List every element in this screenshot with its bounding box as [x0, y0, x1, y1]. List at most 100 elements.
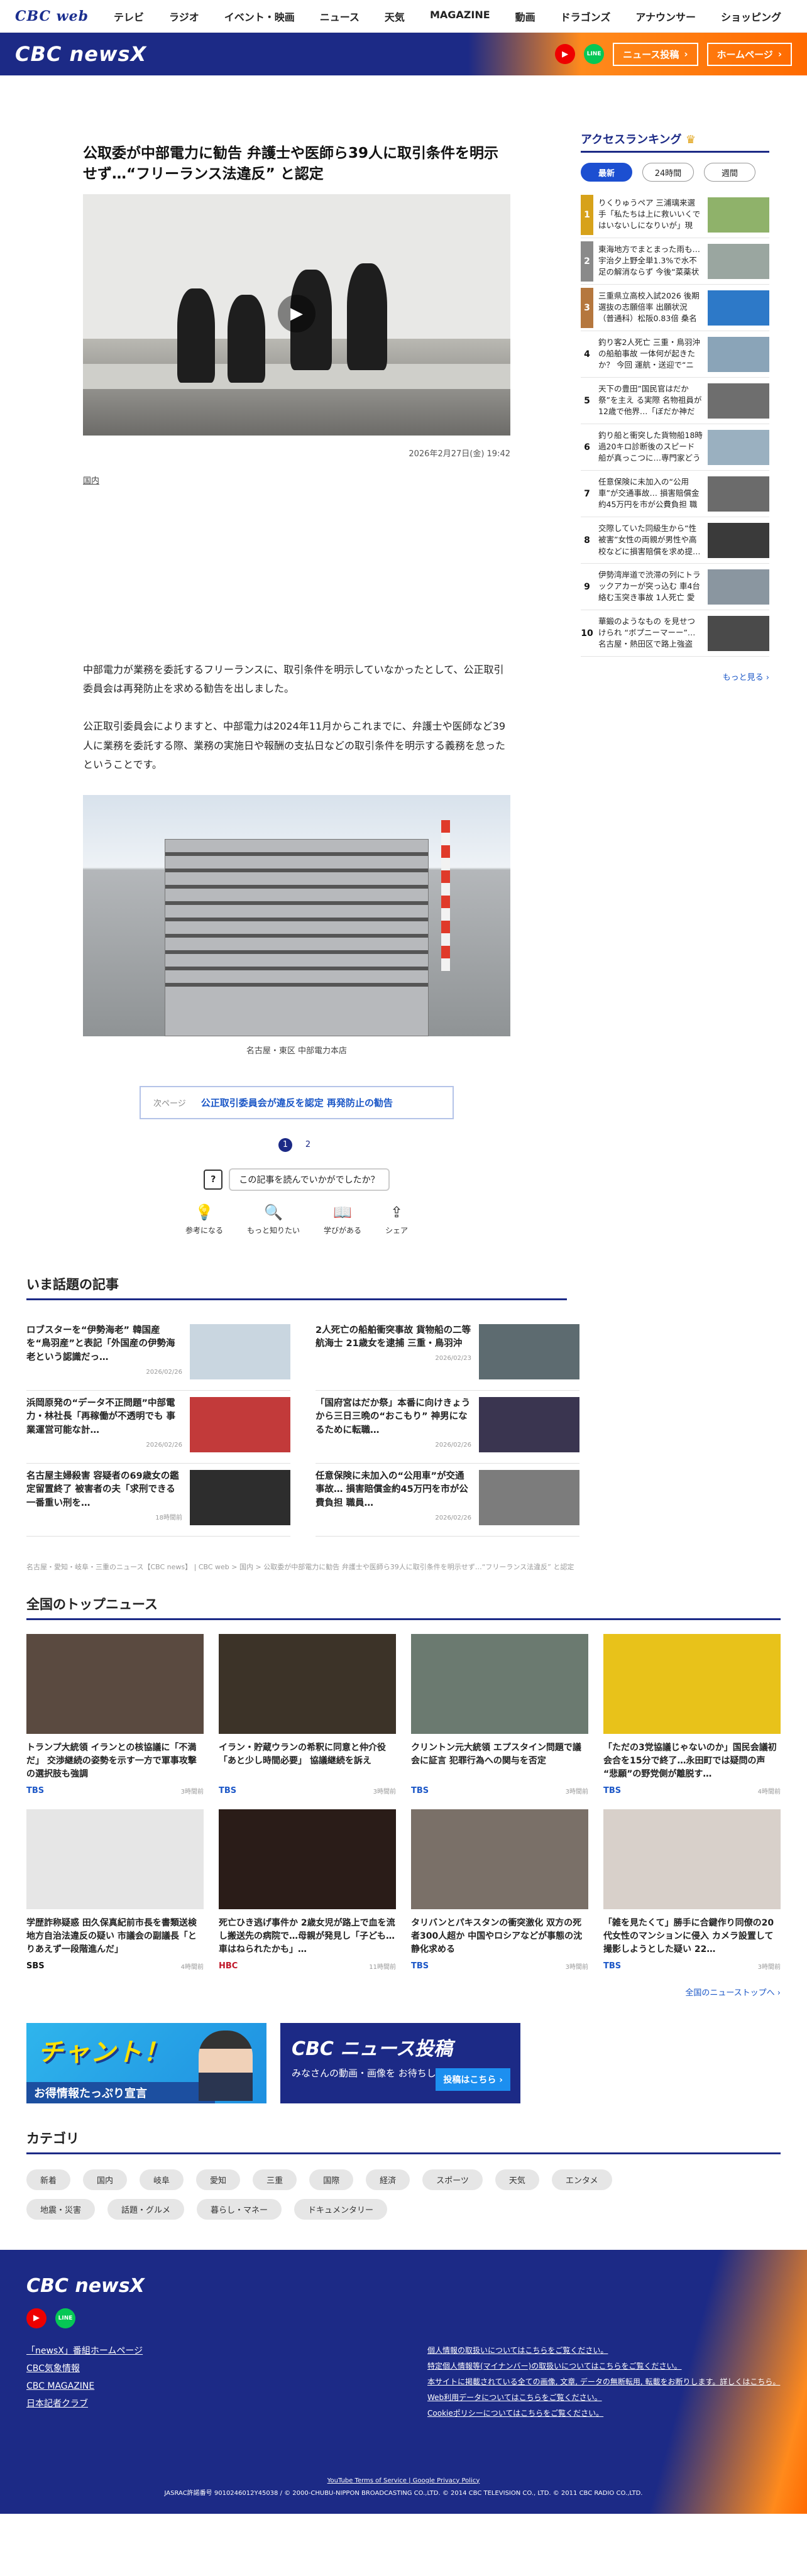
- all-news-link[interactable]: 全国のニューストップへ ›: [26, 1986, 781, 1998]
- youtube-icon[interactable]: ▶: [26, 2308, 47, 2328]
- trending-item[interactable]: 「国府宮はだか祭」本番に向けきょうから三日三晩の“おこもり” 神男になるために転…: [316, 1391, 579, 1464]
- nav-video[interactable]: 動画: [515, 9, 535, 24]
- footer-logo[interactable]: CBC newsX: [26, 2275, 781, 2297]
- category-chip[interactable]: 経済: [366, 2169, 410, 2190]
- reaction-useful[interactable]: 💡 参考になる: [185, 1203, 223, 1236]
- news-card[interactable]: トランプ大統領 イランとの核協議に「不満だ」 交渉継続の姿勢を示す一方で軍事攻撃…: [26, 1633, 204, 1795]
- category-chip[interactable]: 話題・グルメ: [107, 2198, 185, 2220]
- rank-thumbnail: [708, 290, 769, 326]
- cbc-web-logo[interactable]: CBC web: [15, 8, 89, 25]
- nav-radio[interactable]: ラジオ: [169, 9, 199, 24]
- trending-thumbnail: [479, 1469, 579, 1525]
- category-chip[interactable]: 岐阜: [140, 2169, 184, 2190]
- banners: チャント！ お得情報たっぷり宣言 CBC ニュース投稿 みなさんの動画・画像を …: [26, 2022, 781, 2103]
- news-card[interactable]: 死亡ひき逃げ事件か 2歳女児が路上で血を流し搬送先の病院で…母親が発見し「子ども…: [219, 1809, 396, 1971]
- nav-shopping[interactable]: ショッピング: [721, 9, 781, 24]
- chant-banner[interactable]: チャント！ お得情報たっぷり宣言: [26, 2022, 266, 2103]
- page-2[interactable]: 2: [301, 1138, 315, 1152]
- footer-note[interactable]: 個人情報の取扱いについてはこちらをご覧ください。: [427, 2343, 780, 2359]
- nav-news[interactable]: ニュース: [320, 9, 360, 24]
- trending-item[interactable]: 浜岡原発の“データ不正問題”中部電力・林社長「再稼働が不透明でも 事業運営可能な…: [26, 1391, 290, 1464]
- news-card[interactable]: イラン・貯蔵ウランの希釈に同意と仲介役 「あと少し時間必要」 協議継続を訴え TB…: [219, 1633, 396, 1795]
- category-chip[interactable]: 国内: [83, 2169, 128, 2190]
- category-chip[interactable]: ドキュメンタリー: [294, 2198, 388, 2220]
- footer-note[interactable]: Cookieポリシーについてはこちらをご覧ください。: [427, 2406, 780, 2421]
- article-category[interactable]: 国内: [83, 474, 510, 486]
- nav-magazine[interactable]: MAGAZINE: [430, 9, 490, 24]
- trending-item[interactable]: 名古屋主婦殺害 容疑者の69歳女の鑑定留置終了 被害者の夫「求刑できる一番重い刑…: [26, 1464, 290, 1537]
- next-page-title: 公正取引委員会が違反を認定 再発防止の勧告: [200, 1097, 393, 1109]
- rank-thumbnail: [708, 522, 769, 558]
- footer-note[interactable]: 本サイトに掲載されている全ての画像, 文章, データの無断転用, 転載をお断りし…: [427, 2374, 780, 2390]
- tab-weekly[interactable]: 週間: [704, 163, 755, 182]
- post-banner-button[interactable]: 投稿はこちら ›: [436, 2068, 510, 2091]
- reaction-label: シェア: [385, 1225, 409, 1235]
- ranking-item[interactable]: 9 伊勢湾岸道で渋滞の列にトラックアカーが突っ込む 車4台絡む玉突き事故 1人死亡…: [581, 564, 769, 610]
- news-card[interactable]: 「雑を見たくて」勝手に合鍵作り同僚の20代女性のマンションに侵入 カメラ設置して…: [603, 1809, 781, 1971]
- ranking-item[interactable]: 5 天下の豊田”国民官はだか祭”を主え る実際 名物祖員が12歳で他界…「ぼだか神…: [581, 378, 769, 424]
- ranking-item[interactable]: 4 釣り客2人死亡 三重・鳥羽沖の船舶事故 一体何が起きたか？ 今回 運航・送迎で…: [581, 331, 769, 378]
- ranking-item[interactable]: 2 東海地方でまとまった雨も…宇治夕上野全単1.3%で水不足の解消ならず 今後“菜…: [581, 238, 769, 285]
- tab-latest[interactable]: 最新: [581, 163, 632, 182]
- nav-announcer[interactable]: アナウンサー: [635, 9, 696, 24]
- category-chip[interactable]: 三重: [253, 2169, 297, 2190]
- homepage-button[interactable]: ホームページ ›: [706, 42, 792, 66]
- breadcrumb[interactable]: 名古屋・愛知・岐阜・三重のニュース【CBC news】 | CBC web > …: [26, 1562, 655, 1572]
- category-chip[interactable]: 天気: [495, 2169, 539, 2190]
- footer-policy[interactable]: YouTube Terms of Service | Google Privac…: [0, 2475, 807, 2487]
- category-chip[interactable]: 国際: [309, 2169, 354, 2190]
- book-icon: 📖: [333, 1203, 352, 1221]
- reaction-share[interactable]: ⇪ シェア: [385, 1203, 408, 1236]
- next-page-link[interactable]: 次ページ 公正取引委員会が違反を認定 再発防止の勧告: [140, 1085, 454, 1119]
- category-chip[interactable]: 暮らし・マネー: [197, 2198, 282, 2220]
- ranking-item[interactable]: 6 釣り船と衝突した貨物船18時過20キロ診断後のスピード 船が真っこつに…専門家…: [581, 424, 769, 471]
- category-chip[interactable]: スポーツ: [422, 2169, 483, 2190]
- tab-24h[interactable]: 24時間: [642, 163, 694, 182]
- reaction-label: もっと知りたい: [246, 1225, 300, 1235]
- reaction-learning[interactable]: 📖 学びがある: [324, 1203, 361, 1236]
- nav-weather[interactable]: 天気: [385, 9, 405, 24]
- rank-text: 華鍛のようなもの を見せつけられ “ボプニーマーー”…名古屋・熱田区で路上強盗 …: [598, 616, 696, 651]
- nav-events[interactable]: イベント・映画: [224, 9, 295, 24]
- rank-text: 交際していた同級生から“性被害”女性の両親が男性や高校などに損害賠償を求め提…: [598, 523, 701, 556]
- play-icon[interactable]: ▶: [278, 294, 316, 332]
- nav-dragons[interactable]: ドラゴンズ: [561, 9, 611, 24]
- category-chip[interactable]: 新着: [26, 2169, 71, 2190]
- trending-item[interactable]: 任意保険に未加入の“公用車”が交通事故… 損害賠償金約45万円を市が公費負担 職…: [316, 1464, 579, 1537]
- news-title: タリバンとパキスタンの衝突激化 双方の死者300人超か 中国やロシアなどが事態の…: [411, 1917, 583, 1954]
- news-post-button[interactable]: ニュース投稿 ›: [613, 42, 698, 66]
- news-title: 死亡ひき逃げ事件か 2歳女児が路上で血を流し搬送先の病院で…母親が発見し「子ども…: [219, 1917, 395, 1954]
- footer-note[interactable]: Web利用データについてはこちらをご覧ください。: [427, 2390, 780, 2406]
- newsx-logo[interactable]: CBC newsX: [15, 42, 146, 66]
- ranking-item[interactable]: 10 華鍛のようなもの を見せつけられ “ボプニーマーー”…名古屋・熱田区で路上強…: [581, 610, 769, 657]
- news-source: SBS: [26, 1961, 45, 1971]
- ranking-item[interactable]: 3 三重県立高校入試2026 後期選抜の志願倍率 出願状況（普通科）松阪0.83倍…: [581, 285, 769, 331]
- footer-note[interactable]: 特定個人情報等(マイナンバー)の取扱いについてはこちらをご覧ください。: [427, 2359, 780, 2374]
- ranking-item[interactable]: 1りくりゅうペア 三浦璃来選手「私たちは上に救いいくではいないしになりいが」現事…: [581, 192, 769, 238]
- article-date: 2026年2月27日(金) 19:42: [409, 449, 510, 459]
- ranking-more-link[interactable]: もっと見る ›: [581, 671, 769, 682]
- line-icon[interactable]: LINE: [55, 2308, 75, 2328]
- reaction-know-more[interactable]: 🔍 もっと知りたい: [247, 1203, 300, 1236]
- article-title: 公取委が中部電力に勧告 弁護士や医師ら39人に取引条件を明示せず…“フリーランス…: [83, 145, 499, 183]
- ranking-item[interactable]: 7 任意保険に未加入の“公用車”が交通事故… 損害賠償金約45万円を市が公費負担 …: [581, 471, 769, 517]
- news-card[interactable]: 学歴詐称疑惑 田久保真紀前市長を書類送検 地方自治法違反の疑い 市議会の副議長「…: [26, 1809, 204, 1971]
- news-card[interactable]: タリバンとパキスタンの衝突激化 双方の死者300人超か 中国やロシアなどが事態の…: [411, 1809, 588, 1971]
- news-card[interactable]: クリントン元大統領 エプスタイン問題で議会に証言 犯罪行為への関与を否定 TBS 3…: [411, 1633, 588, 1795]
- category-chip[interactable]: 地震・災害: [26, 2198, 96, 2220]
- nav-tv[interactable]: テレビ: [114, 9, 144, 24]
- category-chip[interactable]: エンタメ: [551, 2169, 612, 2190]
- ranking-item[interactable]: 8 交際していた同級生から“性被害”女性の両親が男性や高校などに損害賠償を求め提…: [581, 517, 769, 564]
- news-card[interactable]: 「ただの3党協議じゃないのか」国民会議初会合を15分で終了…永田町では疑問の声 …: [603, 1633, 781, 1795]
- line-icon[interactable]: LINE: [584, 44, 605, 64]
- article-video[interactable]: ▶: [83, 194, 510, 436]
- trending-thumbnail: [190, 1396, 290, 1452]
- page-1[interactable]: 1: [278, 1137, 292, 1152]
- youtube-icon[interactable]: ▶: [555, 44, 576, 64]
- category-chip[interactable]: 愛知: [196, 2169, 241, 2190]
- trending-item[interactable]: ロブスターを“伊勢海老” 韓国産を“鳥羽産”と表記「外国産の伊勢海老という認識だ…: [26, 1318, 290, 1391]
- news-meta: TBS 3時間前: [603, 1961, 781, 1971]
- news-post-banner[interactable]: CBC ニュース投稿 みなさんの動画・画像を お待ちしています。 投稿はこちら …: [280, 2022, 520, 2103]
- trending-title: 名古屋主婦殺害 容疑者の69歳女の鑑定留置終了 被害者の夫「求刑できる一番重い刑…: [26, 1471, 179, 1509]
- trending-item[interactable]: 2人死亡の船舶衝突事故 貨物船の二等航海士 21歳女を逮捕 三重・鳥羽沖 2026…: [316, 1318, 579, 1391]
